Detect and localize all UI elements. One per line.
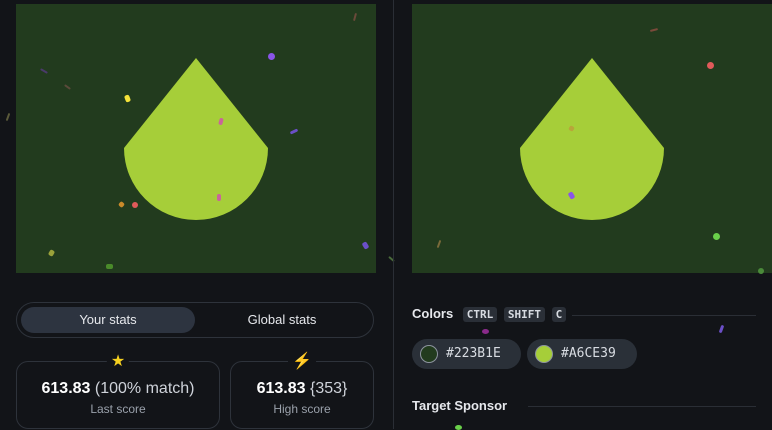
last-score-card: ★ 613.83 (100% match) Last score [16,351,220,429]
confetti-piece [106,264,113,269]
high-score-value: 613.83 [256,380,306,397]
color-swatch [420,345,438,363]
color-chip-dark[interactable]: #223B1E [412,339,521,369]
confetti-piece [455,425,462,430]
confetti-piece [713,233,720,240]
last-score-detail: (100% match) [94,380,195,397]
confetti-piece [718,324,725,334]
confetti-piece [217,194,221,201]
confetti-piece [482,329,489,334]
confetti-piece [132,202,138,208]
shortcut-key-shift: SHIFT [503,307,546,322]
high-score-detail: {353} [310,380,348,397]
confetti-piece [758,268,764,274]
high-score-card: ⚡ 613.83 {353} High score [230,351,374,429]
color-chip-lime[interactable]: #A6CE39 [527,339,637,369]
target-shape-svg [124,58,268,220]
confetti-piece [707,62,714,69]
last-score-value-row: 613.83 (100% match) [17,380,219,398]
colors-section: Colors CTRL SHIFT C [412,306,567,322]
confetti-piece [268,53,275,60]
last-score-value: 613.83 [41,380,91,397]
target-canvas [16,4,376,273]
shortcut-key-ctrl: CTRL [462,307,498,322]
lightning-icon: ⚡ [288,351,316,371]
droplet-shape [124,58,268,220]
last-score-label: Last score [90,402,146,416]
stats-tabs: Your stats Global stats [16,302,374,338]
sponsor-title: Target Sponsor [412,398,508,413]
droplet-shape [520,58,664,220]
left-panel: Your stats Global stats ★ 613.83 (100% m… [0,0,395,429]
confetti-piece [5,112,11,122]
tab-global-stats[interactable]: Global stats [195,307,369,333]
color-chip-label: #223B1E [446,346,501,361]
tab-your-stats[interactable]: Your stats [21,307,195,333]
colors-divider [572,315,756,316]
high-score-value-row: 613.83 {353} [231,380,373,398]
color-swatch [535,345,553,363]
color-chip-label: #A6CE39 [561,346,616,361]
star-icon: ★ [106,351,130,371]
sponsor-divider [528,406,756,407]
shortcut-key-c: C [551,307,567,322]
right-panel: Colors CTRL SHIFT C #223B1E #A6CE39 Targ… [394,0,772,430]
colors-title: Colors [412,306,454,321]
high-score-label: High score [273,402,331,416]
